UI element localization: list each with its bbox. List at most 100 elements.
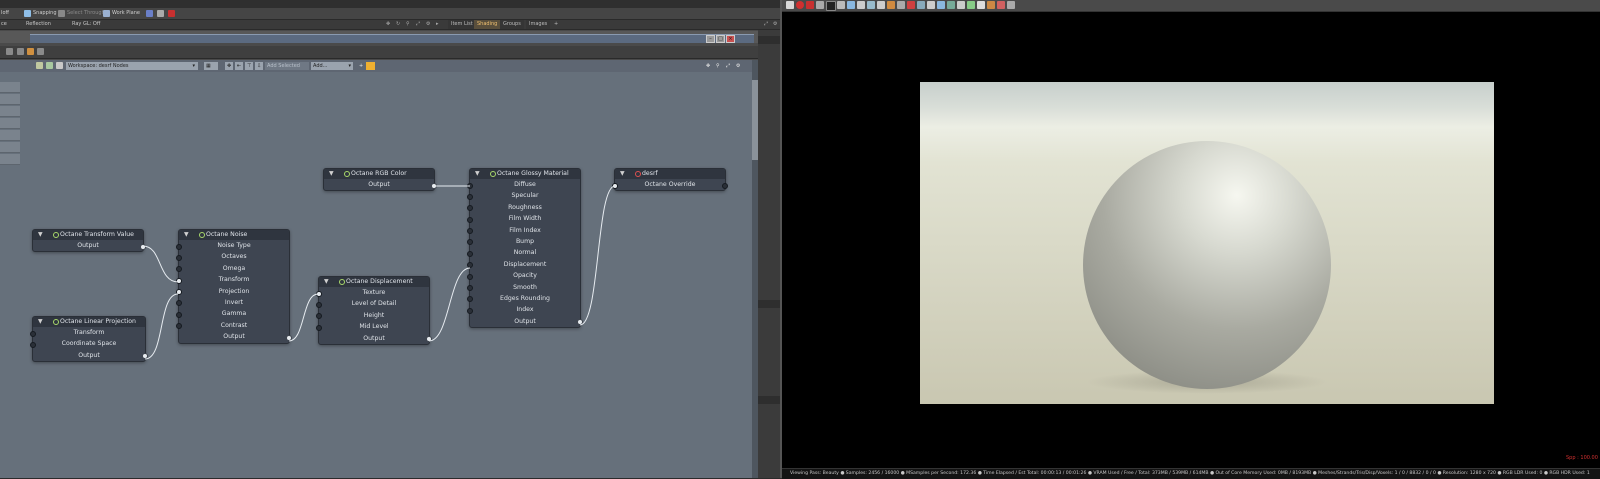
lock-icon[interactable]: [877, 1, 885, 9]
side-panel-header[interactable]: [758, 36, 780, 44]
node-port-row[interactable]: Specular: [467, 190, 580, 201]
node-port-row[interactable]: Coordinate Space: [30, 338, 145, 349]
node-port-row[interactable]: Level of Detail: [316, 298, 429, 309]
collapse-triangle-icon[interactable]: ▼: [475, 169, 480, 179]
tab-images[interactable]: Images: [526, 20, 551, 29]
side-list-item[interactable]: [0, 130, 20, 141]
zoom-icon[interactable]: [937, 1, 945, 9]
stop-icon[interactable]: [826, 1, 836, 11]
collapse-triangle-icon[interactable]: ▼: [184, 230, 189, 240]
canvas-maximize-icon[interactable]: ⤢: [726, 62, 730, 71]
input-port[interactable]: [176, 323, 182, 330]
enabled-indicator-icon[interactable]: [53, 319, 59, 325]
node-add-icon[interactable]: [36, 62, 43, 69]
pause-icon[interactable]: [806, 1, 814, 9]
node-port-row[interactable]: Gamma: [176, 308, 289, 319]
node-port-row[interactable]: Noise Type: [176, 240, 289, 251]
tab-item-list[interactable]: Item List: [448, 20, 476, 29]
node-delete-icon[interactable]: [56, 62, 63, 69]
input-port[interactable]: [176, 277, 182, 284]
grid-icon[interactable]: [146, 10, 153, 17]
input-port[interactable]: [467, 285, 473, 292]
panel-layout-icon[interactable]: [17, 48, 24, 55]
node-header[interactable]: ▼ Octane Glossy Material: [470, 169, 580, 179]
arrange-icon[interactable]: ⇤: [235, 62, 243, 70]
input-port[interactable]: [467, 205, 473, 212]
side-list-item[interactable]: [0, 154, 20, 165]
node-port-row[interactable]: Output: [33, 240, 146, 251]
side-list-item[interactable]: [0, 142, 20, 153]
panel-maximize-icon[interactable]: ⤢: [764, 20, 768, 29]
node-port-row[interactable]: Opacity: [467, 270, 580, 281]
work-plane-button[interactable]: Work Plane: [112, 9, 140, 18]
object-picker-icon[interactable]: [897, 1, 905, 9]
node-port-row[interactable]: Output: [319, 333, 432, 344]
output-port[interactable]: [140, 243, 146, 250]
input-port[interactable]: [176, 266, 182, 273]
node-port-row[interactable]: Output: [179, 331, 292, 342]
minimize-button[interactable]: –: [706, 35, 715, 43]
canvas-settings-icon[interactable]: ⚙: [736, 62, 740, 71]
node-header[interactable]: ▼ Octane RGB Color: [324, 169, 434, 179]
render-image[interactable]: [920, 82, 1494, 404]
input-port[interactable]: [176, 311, 182, 318]
settings-icon[interactable]: ⚙: [426, 20, 430, 29]
viewer-menu-icon[interactable]: [786, 1, 794, 9]
side-panel-header[interactable]: [758, 396, 780, 404]
region-icon[interactable]: [847, 1, 855, 9]
move-icon[interactable]: ✥: [386, 20, 390, 29]
node-port-row[interactable]: Contrast: [176, 320, 289, 331]
node-header[interactable]: ▼ Octane Displacement: [319, 277, 429, 287]
enabled-indicator-icon[interactable]: [53, 232, 59, 238]
collapse-triangle-icon[interactable]: ▼: [38, 317, 43, 327]
gear-icon[interactable]: [987, 1, 995, 9]
output-port[interactable]: [431, 182, 437, 189]
collapse-triangle-icon[interactable]: ▼: [324, 277, 329, 287]
display-icon[interactable]: [967, 1, 975, 9]
node-port-row[interactable]: Mid Level: [316, 321, 429, 332]
side-panel-header[interactable]: [758, 300, 780, 308]
input-port[interactable]: [467, 307, 473, 314]
node-refresh-icon[interactable]: [46, 62, 53, 69]
node-port-row[interactable]: Normal: [467, 247, 580, 258]
canvas-move-icon[interactable]: ✥: [706, 62, 710, 71]
input-port[interactable]: [612, 182, 618, 189]
node-port-row[interactable]: Omega: [176, 263, 289, 274]
tab-shading[interactable]: Shading: [474, 20, 501, 29]
save-icon[interactable]: [927, 1, 935, 9]
star-icon[interactable]: [366, 62, 375, 70]
pan-icon[interactable]: [947, 1, 955, 9]
fit-icon[interactable]: [957, 1, 965, 9]
input-port[interactable]: [467, 216, 473, 223]
node-header[interactable]: ▼ Octane Noise: [179, 230, 289, 240]
subbar-cut-label[interactable]: ce: [1, 20, 7, 29]
input-port[interactable]: [467, 273, 473, 280]
input-port[interactable]: [467, 296, 473, 303]
record-icon[interactable]: [796, 1, 804, 9]
node-port-row[interactable]: Octane Override: [612, 179, 728, 190]
panel-menu-icon[interactable]: [6, 48, 13, 55]
enabled-indicator-icon[interactable]: [490, 171, 496, 177]
side-list-item[interactable]: [0, 94, 20, 105]
input-port[interactable]: [467, 228, 473, 235]
node-octane-linear-projection[interactable]: ▼ Octane Linear Projection Transform Coo…: [30, 316, 148, 363]
input-port[interactable]: [467, 262, 473, 269]
select-through-button[interactable]: Select Through: [67, 9, 105, 18]
rotate-icon[interactable]: ↻: [396, 20, 400, 29]
node-port-row[interactable]: Diffuse: [467, 179, 580, 190]
input-port[interactable]: [176, 243, 182, 250]
canvas-zoom-icon[interactable]: ⚲: [716, 62, 720, 71]
input-port[interactable]: [30, 341, 36, 348]
side-list-item[interactable]: [0, 118, 20, 129]
input-port[interactable]: [316, 290, 322, 297]
input-port[interactable]: [467, 193, 473, 200]
node-port-row[interactable]: Height: [316, 310, 429, 321]
node-port-row[interactable]: Texture: [316, 287, 429, 298]
node-octane-glossy-material[interactable]: ▼ Octane Glossy Material Diffuse Specula…: [467, 168, 583, 329]
tab-groups[interactable]: Groups: [500, 20, 524, 29]
output-port[interactable]: [286, 334, 292, 341]
node-graph-canvas[interactable]: [26, 72, 752, 478]
input-port[interactable]: [467, 250, 473, 257]
add-dropdown[interactable]: Add... ▾: [311, 62, 353, 70]
node-port-row[interactable]: Output: [33, 350, 148, 361]
